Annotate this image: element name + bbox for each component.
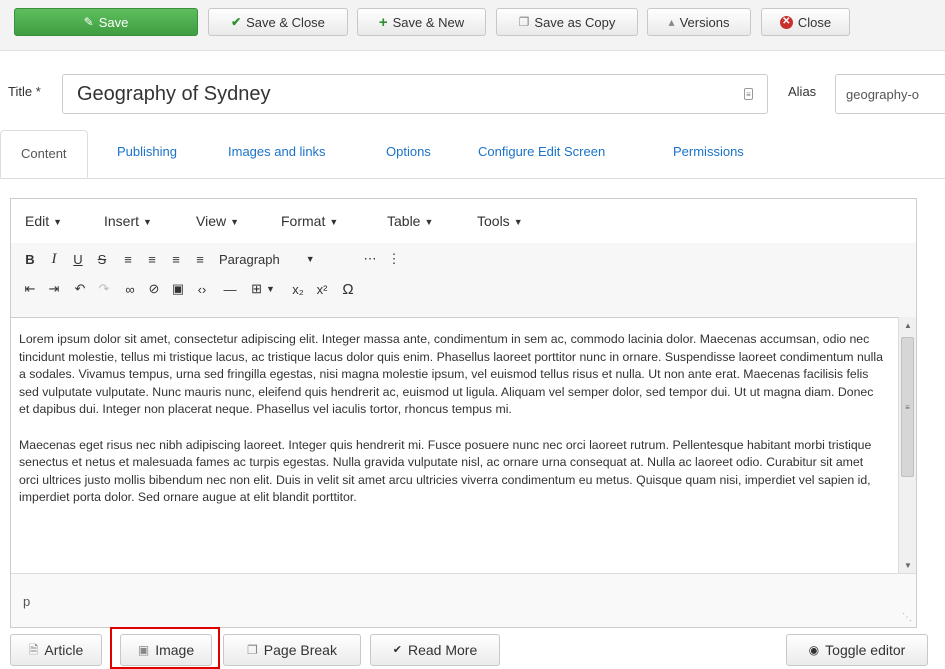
subscript-icon[interactable]: x₂ — [287, 278, 309, 300]
edit-icon: ✎ — [83, 15, 94, 29]
save-close-button[interactable]: ✔ Save & Close — [208, 8, 348, 36]
table-icon[interactable]: ⊞ ▼ — [245, 278, 281, 300]
toggle-editor-button[interactable]: ◉ Toggle editor — [786, 634, 928, 666]
page-break-button[interactable]: ❐ Page Break — [223, 634, 361, 666]
caret-down-icon: ▼ — [329, 217, 339, 228]
versions-button[interactable]: ▴ Versions — [647, 8, 751, 36]
special-character-icon[interactable]: Ω — [337, 278, 359, 300]
close-icon: ✕ — [779, 15, 793, 29]
resize-handle-icon[interactable]: ⋱ — [902, 612, 912, 623]
tab-configure-edit-screen[interactable]: Configure Edit Screen — [478, 144, 605, 159]
undo-icon[interactable]: ↶ — [69, 278, 91, 300]
check-icon: ✔ — [231, 15, 242, 29]
rich-text-editor: Edit ▼ Insert ▼ View ▼ Format ▼ Table ▼ Tools… — [10, 198, 917, 628]
title-input[interactable]: Geography of Sydney ≡ — [62, 74, 768, 114]
save-button[interactable]: ✎ Save — [14, 8, 198, 36]
save-as-copy-button[interactable]: ❐ Save as Copy — [496, 8, 638, 36]
redo-icon[interactable]: ↷ — [93, 278, 115, 300]
align-center-icon[interactable]: ≡ — [141, 248, 163, 270]
underline-icon[interactable]: U — [67, 248, 89, 270]
align-justify-icon[interactable]: ≡ — [189, 248, 211, 270]
save-new-button[interactable]: + Save & New — [357, 8, 486, 36]
edit-tabs: Content Publishing Images and links Opti… — [0, 130, 945, 179]
copy-icon: ❐ — [247, 643, 258, 657]
editor-content[interactable]: Lorem ipsum dolor sit amet, consectetur … — [11, 317, 898, 573]
unlink-icon[interactable]: ⊘ — [143, 278, 165, 300]
field-options-icon[interactable]: ≡ — [744, 88, 753, 100]
content-paragraph: Maecenas eget risus nec nibh adipiscing … — [19, 437, 872, 505]
article-button[interactable]: 🗎 Article — [10, 634, 102, 666]
align-right-icon[interactable]: ≡ — [165, 248, 187, 270]
numbered-list-icon[interactable]: ⋮ — [383, 248, 405, 270]
tab-publishing[interactable]: Publishing — [117, 144, 177, 159]
tab-permissions[interactable]: Permissions — [673, 144, 744, 159]
superscript-icon[interactable]: x² — [311, 278, 333, 300]
align-left-icon[interactable]: ≡ — [117, 248, 139, 270]
caret-down-icon: ▼ — [513, 217, 523, 228]
read-more-button[interactable]: ✔ Read More — [370, 634, 500, 666]
highlight-box — [110, 627, 220, 669]
menu-table[interactable]: Table ▼ — [387, 213, 433, 229]
alias-input[interactable]: geography-o — [835, 74, 945, 114]
image-icon[interactable]: ▣ — [167, 278, 189, 300]
menu-view[interactable]: View ▼ — [196, 213, 239, 229]
file-add-icon: 🗎 — [28, 643, 39, 657]
title-label: Title * — [8, 84, 41, 99]
menu-format[interactable]: Format ▼ — [281, 213, 338, 229]
format-select[interactable]: Paragraph ▼ — [219, 248, 315, 270]
code-icon[interactable]: ‹› — [191, 278, 213, 300]
content-paragraph: Lorem ipsum dolor sit amet, consectetur … — [19, 332, 883, 417]
eye-icon: ◉ — [808, 643, 820, 657]
caret-down-icon: ▼ — [53, 217, 63, 228]
copy-icon: ❐ — [518, 15, 530, 29]
caret-down-icon: ▼ — [305, 254, 315, 264]
tab-content[interactable]: Content — [0, 130, 88, 178]
editor-scrollbar[interactable]: ▲ ≡ ▼ — [898, 317, 916, 573]
scrollbar-thumb[interactable]: ≡ — [901, 337, 914, 477]
alias-label: Alias — [788, 84, 817, 99]
editor-statusbar: p ⋱ — [11, 573, 916, 627]
scroll-down-icon[interactable]: ▼ — [899, 557, 917, 573]
tab-images-and-links[interactable]: Images and links — [228, 144, 326, 159]
menu-edit[interactable]: Edit ▼ — [25, 213, 62, 229]
plus-icon: + — [378, 13, 388, 31]
chevron-down-icon: ✔ — [392, 643, 402, 656]
top-toolbar: ✎ Save ✔ Save & Close + Save & New ❐ Sav… — [0, 0, 945, 51]
bold-icon[interactable]: B — [19, 248, 41, 270]
indent-icon[interactable]: ⇥ — [43, 278, 65, 300]
menu-tools[interactable]: Tools ▼ — [477, 213, 523, 229]
caret-down-icon: ▼ — [424, 217, 434, 228]
format-toolbar: B I U S ≡ ≡ ≡ ≡ Paragraph ▼ ⋯ ⋮ ⇤ ⇥ ↶ ↷ … — [11, 243, 916, 318]
bullet-list-icon[interactable]: ⋯ — [359, 248, 381, 270]
close-button[interactable]: ✕ Close — [761, 8, 850, 36]
tab-options[interactable]: Options — [386, 144, 431, 159]
archive-icon: ▴ — [668, 15, 675, 29]
scroll-up-icon[interactable]: ▲ — [899, 317, 917, 333]
italic-icon[interactable]: I — [43, 248, 65, 270]
horizontal-line-icon[interactable]: — — [219, 278, 241, 300]
caret-down-icon: ▼ — [143, 217, 152, 228]
strikethrough-icon[interactable]: S — [91, 248, 113, 270]
link-icon[interactable]: ∞ — [119, 278, 141, 300]
menu-insert[interactable]: Insert ▼ — [104, 213, 152, 229]
element-path[interactable]: p — [23, 594, 30, 609]
caret-down-icon: ▼ — [230, 217, 240, 228]
editor-menubar: Edit ▼ Insert ▼ View ▼ Format ▼ Table ▼ Tools… — [11, 199, 916, 244]
outdent-icon[interactable]: ⇤ — [19, 278, 41, 300]
